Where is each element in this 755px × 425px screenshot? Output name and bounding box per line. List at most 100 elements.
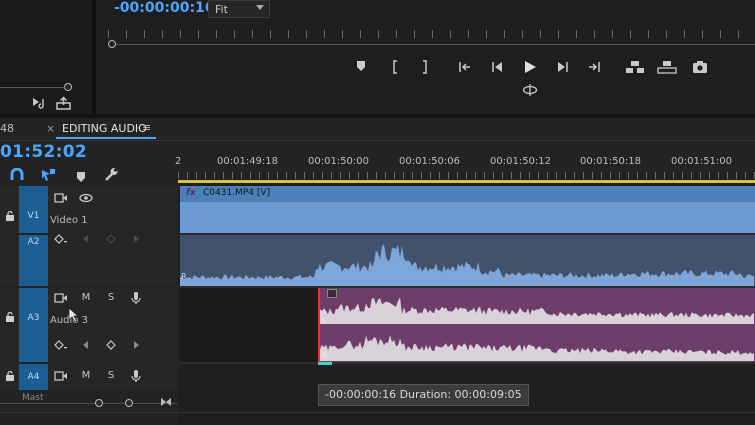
track-target-v1[interactable]: V1 — [19, 186, 48, 233]
marker-icon — [77, 172, 85, 182]
ruler-label: 00:01:49:18 — [217, 156, 279, 167]
track-target-a2[interactable]: A2 — [19, 235, 48, 286]
go-to-in-icon — [459, 62, 470, 72]
lift-button[interactable] — [624, 60, 646, 76]
zoom-handle-right[interactable] — [125, 399, 133, 407]
zoom-scroll-line[interactable] — [0, 403, 178, 404]
add-timeline-marker-button[interactable] — [75, 168, 87, 182]
panel-menu-icon[interactable]: ≡ — [142, 121, 151, 134]
play-icon — [525, 61, 536, 73]
keyframe-icon[interactable] — [54, 339, 68, 351]
solo-button[interactable]: S — [104, 370, 118, 382]
extract-button[interactable] — [656, 60, 678, 76]
go-to-out-button[interactable] — [585, 60, 603, 76]
camera-icon[interactable] — [54, 192, 68, 204]
timeline-timecode[interactable]: 01:52:02 — [0, 142, 87, 162]
linked-selection-button[interactable] — [40, 167, 56, 181]
mark-out-button[interactable] — [416, 60, 434, 76]
tab-previous-sequence[interactable]: 48 — [0, 122, 14, 135]
next-keyframe-icon[interactable] — [129, 233, 143, 245]
channel-label-l: L — [322, 317, 327, 326]
track-separator — [178, 362, 755, 364]
panel-bottom-edge — [0, 412, 755, 413]
previous-keyframe-icon[interactable] — [79, 233, 93, 245]
timeline-tab-bar: 48 × EDITING AUDIO ≡ — [0, 118, 755, 141]
step-back-icon — [492, 62, 502, 72]
play-button[interactable] — [521, 60, 539, 76]
add-marker-button[interactable] — [352, 60, 370, 76]
active-tab-indicator — [56, 137, 156, 139]
fx-badge-a3[interactable] — [327, 289, 337, 298]
master-track-label: Mast — [22, 393, 44, 403]
keyframe-icon[interactable] — [54, 233, 68, 245]
step-back-button[interactable] — [488, 60, 506, 76]
mark-out-icon — [423, 60, 427, 74]
lock-icon[interactable] — [5, 370, 15, 381]
collapse-icon[interactable] — [160, 392, 172, 406]
camera-icon[interactable] — [54, 292, 68, 304]
lock-icon[interactable] — [5, 311, 15, 322]
eye-icon[interactable] — [79, 192, 93, 204]
program-monitor-panel — [96, 0, 755, 114]
audio-clip-a3[interactable] — [320, 288, 755, 362]
mark-in-button[interactable] — [386, 60, 404, 76]
empty-gap[interactable] — [180, 288, 318, 362]
add-keyframe-icon[interactable] — [104, 233, 118, 245]
microphone-icon[interactable] — [129, 369, 143, 382]
audio-waveform — [320, 297, 754, 361]
timeline-settings-button[interactable] — [103, 166, 119, 182]
next-keyframe-icon[interactable] — [129, 339, 143, 351]
program-scrub-line[interactable] — [108, 44, 755, 45]
lock-icon[interactable] — [5, 210, 15, 221]
edit-point-indicator[interactable] — [318, 288, 320, 362]
ruler-label: 00:01:50:12 — [490, 156, 552, 167]
audio-clip-a2[interactable] — [180, 235, 755, 286]
zoom-select[interactable]: Fit — [208, 0, 270, 18]
lift-icon — [626, 61, 644, 73]
audio-waveform — [180, 244, 754, 286]
go-to-in-button[interactable] — [456, 60, 474, 76]
source-scrub-line — [0, 87, 66, 88]
add-keyframe-icon[interactable] — [104, 339, 118, 351]
vr-icon — [522, 84, 538, 96]
magnet-icon — [10, 167, 24, 180]
snap-button[interactable] — [10, 167, 24, 181]
solo-button[interactable]: S — [104, 292, 118, 304]
add-marker-icon — [357, 61, 365, 71]
export-frame-button[interactable] — [691, 60, 709, 76]
source-monitor-panel — [0, 0, 92, 114]
wrench-icon — [105, 168, 118, 181]
step-forward-icon — [558, 62, 568, 72]
program-scrub-knob[interactable] — [108, 40, 116, 48]
insert-audio-icon[interactable] — [32, 95, 48, 109]
vr-video-button[interactable] — [521, 83, 539, 99]
edit-point-marker — [318, 362, 332, 365]
linked-selection-icon — [42, 169, 55, 181]
track-target-a3[interactable]: A3 — [19, 288, 48, 362]
ruler-label: 2 — [175, 156, 182, 167]
go-to-out-icon — [589, 62, 600, 72]
previous-keyframe-icon[interactable] — [79, 339, 93, 351]
tab-editing-audio[interactable]: EDITING AUDIO — [62, 122, 147, 135]
zoom-handle-left[interactable] — [95, 399, 103, 407]
microphone-icon[interactable] — [129, 291, 143, 304]
track-target-a4[interactable]: A4 — [19, 364, 48, 390]
chevron-down-icon — [256, 5, 264, 10]
zoom-select-value: Fit — [215, 3, 228, 16]
program-timecode[interactable]: -00:00:00:16 — [114, 0, 215, 16]
ruler-label: 00:01:50:18 — [580, 156, 642, 167]
channel-label-r: R — [322, 351, 328, 360]
export-icon[interactable] — [56, 95, 72, 110]
program-ruler-ticks — [108, 30, 755, 38]
mute-button[interactable]: M — [79, 292, 93, 304]
camera-icon[interactable] — [54, 370, 68, 382]
step-forward-button[interactable] — [554, 60, 572, 76]
fx-badge[interactable]: fx — [186, 188, 196, 198]
mute-button[interactable]: M — [79, 370, 93, 382]
ruler-label: 00:01:50:00 — [308, 156, 370, 167]
ruler-label: 00:01:51:00 — [671, 156, 733, 167]
close-icon[interactable]: × — [46, 122, 55, 135]
ruler-label: 00:01:50:06 — [399, 156, 461, 167]
export-frame-icon — [693, 61, 707, 73]
video-clip-name: C0431.MP4 [V] — [203, 188, 271, 198]
